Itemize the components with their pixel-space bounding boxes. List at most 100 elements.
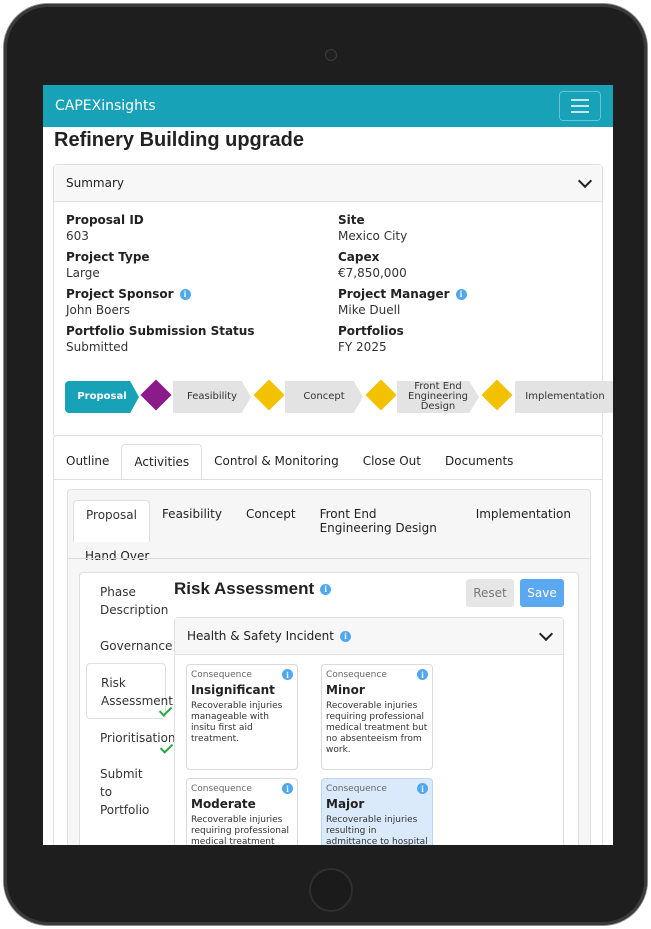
consequence-description: Recoverable injuries resulting in admitt… xyxy=(326,815,428,845)
sidenav-item-phase-description[interactable]: Phase Description xyxy=(86,573,169,627)
summary-card: Summary Proposal ID 603 Site Mexico City Pro… xyxy=(53,164,613,438)
consequence-card[interactable]: Consequence i Major Recoverable injuries re… xyxy=(321,778,433,845)
sidenav-item-risk-assessment[interactable]: Risk Assessment xyxy=(86,663,173,719)
tab-close-out[interactable]: Close Out xyxy=(351,444,433,480)
summary-field: Proposal ID 603 xyxy=(66,213,338,243)
sidenav-item-label: Risk Assessment xyxy=(101,676,173,708)
phase-step[interactable]: Proposal xyxy=(65,381,139,413)
summary-header-label: Summary xyxy=(66,176,124,190)
phase-step[interactable]: Front End Engineering Design xyxy=(397,381,479,413)
camera-icon xyxy=(325,49,337,61)
health-safety-header[interactable]: Health & Safety Incident i xyxy=(175,618,563,655)
health-safety-card: Health & Safety Incident i Consequence i In… xyxy=(174,617,564,845)
summary-field: Portfolios FY 2025 xyxy=(338,324,578,354)
chevron-down-icon[interactable] xyxy=(538,626,554,641)
consequence-label: Consequence i xyxy=(326,783,428,794)
field-label-text: Project Type xyxy=(66,250,150,264)
phase-gate-icon xyxy=(365,379,397,411)
info-icon[interactable]: i xyxy=(417,783,428,794)
field-value: €7,850,000 xyxy=(338,266,407,280)
phase-tab-concept[interactable]: Concept xyxy=(234,500,308,542)
consequence-description: Recoverable injuries requiring professio… xyxy=(191,815,289,845)
consequence-name: Major xyxy=(326,797,365,811)
phase-tab-hand-over[interactable]: Hand Over xyxy=(73,542,161,570)
sidenav-item-prioritisation[interactable]: Prioritisation xyxy=(86,719,176,755)
tab-divider xyxy=(54,479,602,480)
info-icon[interactable]: i xyxy=(455,288,467,300)
reset-button[interactable]: Reset xyxy=(466,579,514,607)
field-label-text: Site xyxy=(338,213,365,227)
consequence-label: Consequence i xyxy=(191,783,293,794)
info-icon[interactable]: i xyxy=(339,630,351,642)
phase-progress: Proposal Feasibility Concept Front End Engin… xyxy=(65,379,613,414)
phase-tabs: Proposal Feasibility Concept Front End Engi… xyxy=(73,500,583,570)
proposal-panel: Phase Description Governance Risk Assessme… xyxy=(79,572,579,845)
consequence-name: Insignificant xyxy=(191,683,275,697)
field-value: John Boers xyxy=(66,303,131,317)
info-icon[interactable]: i xyxy=(179,288,191,300)
info-icon[interactable]: i xyxy=(282,669,293,680)
detail-card: Outline Activities Control & Monitoring Clo… xyxy=(53,435,603,845)
summary-field: Project Sponsor i John Boers xyxy=(66,287,338,317)
sidenav-item-governance[interactable]: Governance xyxy=(86,627,172,663)
consequence-card[interactable]: Consequence i Moderate Recoverable injuries… xyxy=(186,778,298,845)
page-title: Refinery Building upgrade xyxy=(54,129,305,151)
phase-tab-feasibility[interactable]: Feasibility xyxy=(150,500,234,542)
field-label: Project Type xyxy=(66,250,338,264)
info-icon[interactable]: i xyxy=(282,783,293,794)
phase-gate-icon xyxy=(481,379,513,411)
field-value: Mike Duell xyxy=(338,303,401,317)
summary-field: Capex €7,850,000 xyxy=(338,250,578,280)
summary-field: Project Type Large xyxy=(66,250,338,280)
save-button[interactable]: Save xyxy=(520,579,564,607)
field-label: Proposal ID xyxy=(66,213,338,227)
consequence-name: Minor xyxy=(326,683,365,697)
tab-outline[interactable]: Outline xyxy=(54,444,121,480)
consequence-label: Consequence i xyxy=(191,669,293,680)
consequence-label-text: Consequence xyxy=(326,669,387,680)
tab-documents[interactable]: Documents xyxy=(433,444,525,480)
phase-tab-proposal[interactable]: Proposal xyxy=(73,500,150,542)
app-brand[interactable]: CAPEXinsights xyxy=(55,98,156,114)
field-label: Portfolios xyxy=(338,324,578,338)
field-label: Capex xyxy=(338,250,578,264)
field-label-text: Portfolio Submission Status xyxy=(66,324,255,338)
field-label: Portfolio Submission Status xyxy=(66,324,338,338)
phase-step[interactable]: Implementation xyxy=(515,381,613,413)
info-icon[interactable]: i xyxy=(417,669,428,680)
phase-tab-front-end-engineering-design[interactable]: Front End Engineering Design xyxy=(308,500,464,542)
info-icon[interactable]: i xyxy=(320,583,332,595)
summary-header[interactable]: Summary xyxy=(54,165,602,202)
sidenav-item-label: Submit to Portfolio xyxy=(100,767,150,817)
field-label-text: Project Manager xyxy=(338,287,450,301)
phase-gate-icon xyxy=(253,379,285,411)
consequence-label: Consequence i xyxy=(326,669,428,680)
phase-tab-implementation[interactable]: Implementation xyxy=(464,500,583,542)
sidenav-item-label: Governance xyxy=(100,639,173,653)
sidenav-item-submit-to-portfolio[interactable]: Submit to Portfolio xyxy=(86,755,166,827)
consequence-card[interactable]: Consequence i Insignificant Recoverable inj… xyxy=(186,664,298,770)
field-label: Site xyxy=(338,213,578,227)
consequence-description: Recoverable injuries manageable with ins… xyxy=(191,701,283,744)
consequence-card[interactable]: Consequence i Minor Recoverable injuries re… xyxy=(321,664,433,770)
tab-activities[interactable]: Activities xyxy=(121,444,203,480)
chevron-down-icon[interactable] xyxy=(577,173,593,188)
field-label-text: Proposal ID xyxy=(66,213,144,227)
phase-tab-row: Hand Over xyxy=(73,542,583,570)
sidenav-item-label: Phase Description xyxy=(100,585,169,617)
field-value: Large xyxy=(66,266,100,280)
phase-tab-row: Proposal Feasibility Concept Front End Engi… xyxy=(73,500,583,542)
tab-control-monitoring[interactable]: Control & Monitoring xyxy=(202,444,351,480)
home-button[interactable] xyxy=(309,868,353,912)
phase-step[interactable]: Feasibility xyxy=(173,381,251,413)
field-value: Mexico City xyxy=(338,229,408,243)
summary-field: Portfolio Submission Status Submitted xyxy=(66,324,338,354)
phase-gate-icon xyxy=(140,379,172,411)
consequence-label-text: Consequence xyxy=(326,783,387,794)
field-label: Project Manager i xyxy=(338,287,578,301)
consequence-label-text: Consequence xyxy=(191,783,252,794)
menu-toggle-icon[interactable] xyxy=(559,91,601,121)
field-label-text: Project Sponsor xyxy=(66,287,174,301)
phase-step[interactable]: Concept xyxy=(285,381,363,413)
risk-title-text: Risk Assessment xyxy=(174,579,315,598)
